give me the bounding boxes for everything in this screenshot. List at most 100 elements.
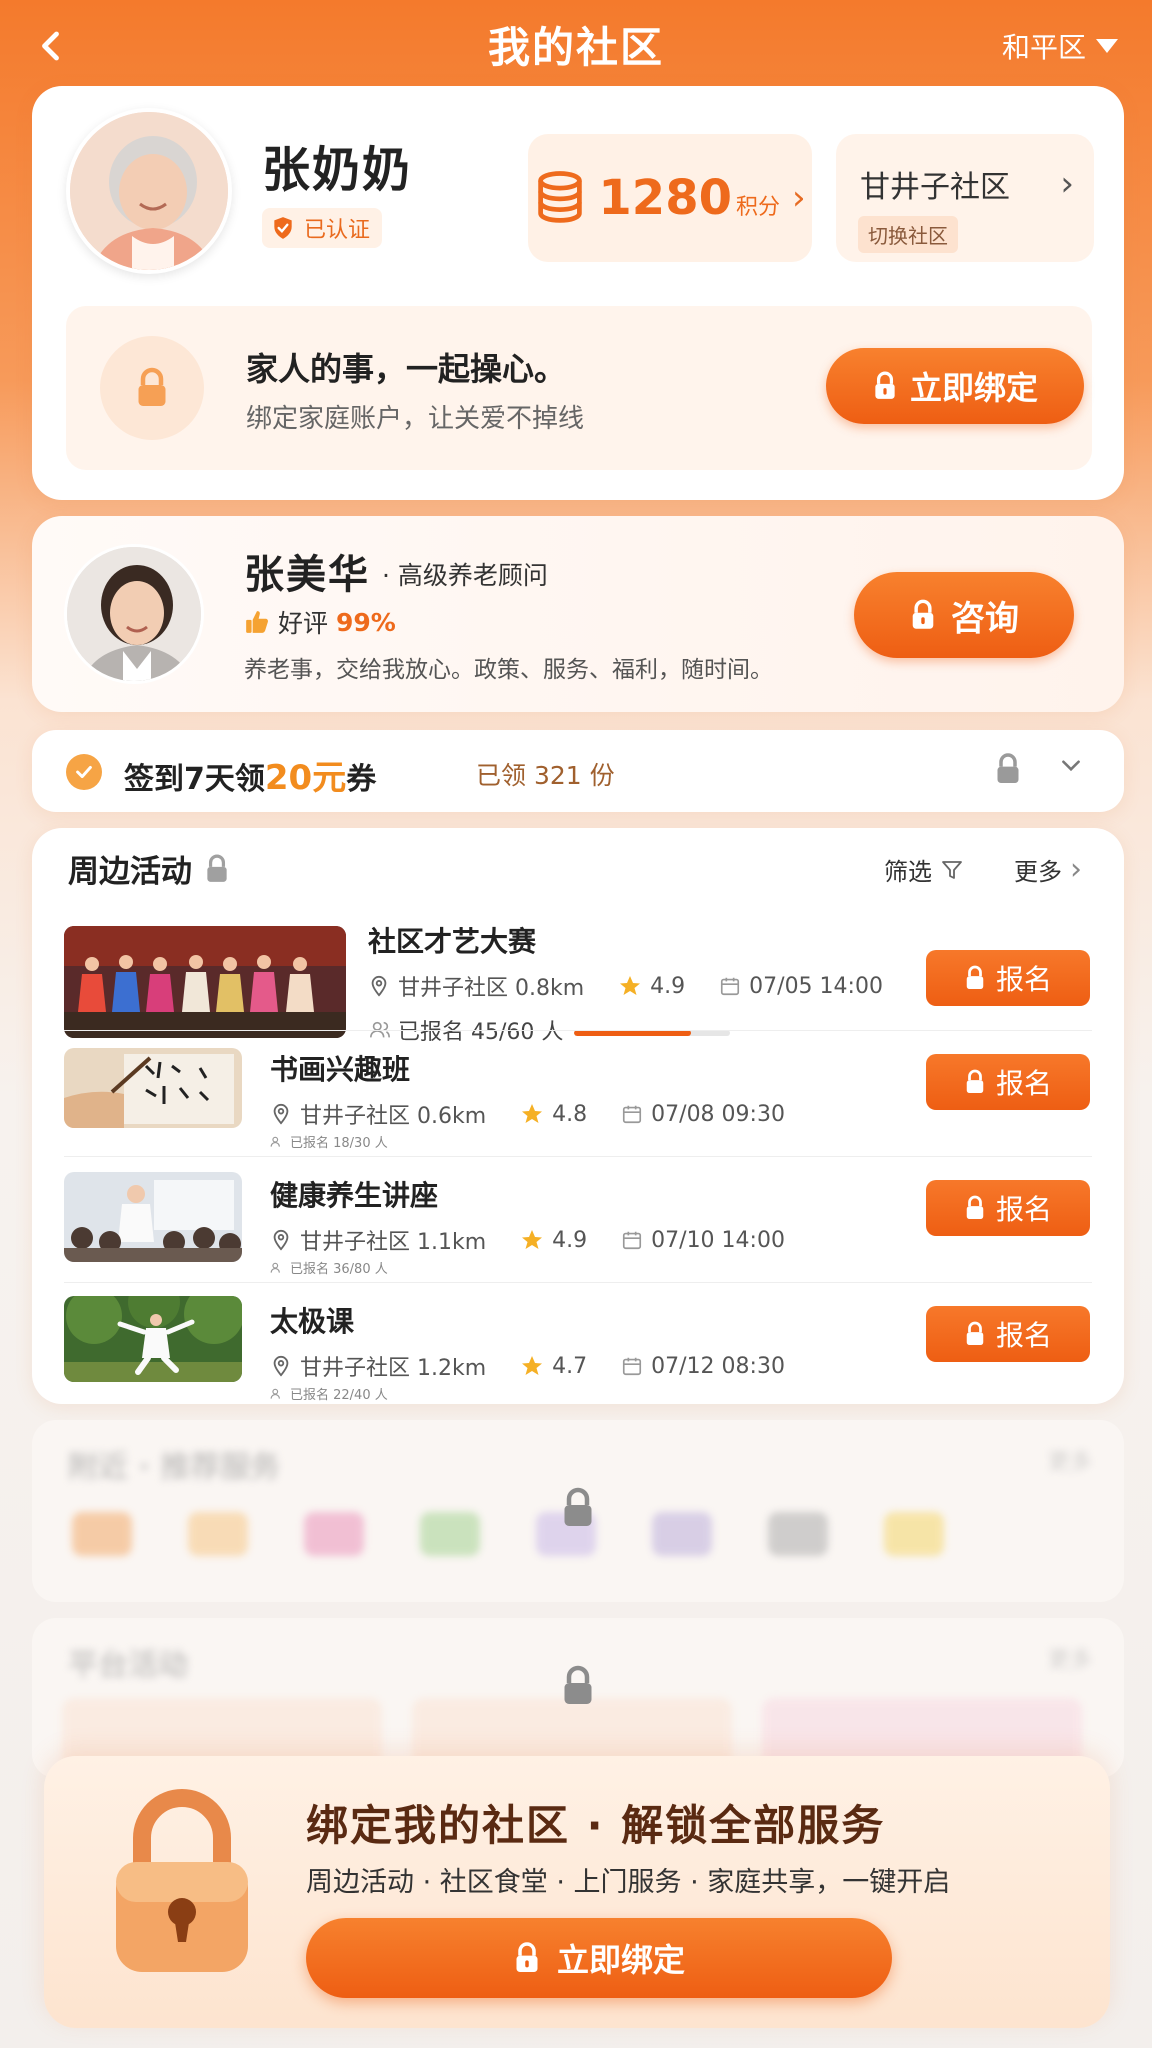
activity-thumbnail: [64, 1048, 242, 1128]
datetime-text: 07/08 09:30: [651, 1101, 785, 1127]
datetime-text: 07/12 08:30: [651, 1353, 785, 1379]
advisor-rating: 好评 99%: [244, 604, 396, 640]
people-icon: [270, 1262, 280, 1273]
activities-section-title: 周边活动: [68, 846, 230, 891]
chevron-down-icon[interactable]: [1058, 752, 1084, 785]
activity-title: 社区才艺大赛: [368, 925, 537, 958]
rating-label: 好评: [278, 609, 329, 638]
enrolled-text: 已报名 22/40 人: [290, 1388, 388, 1403]
checkin-promo-text: 签到7天领20元券: [124, 750, 376, 799]
user-avatar[interactable]: [66, 108, 232, 274]
points-button[interactable]: 1280 积分 ›: [528, 134, 812, 262]
advisor-name: 张美华: [244, 552, 370, 598]
points-value: 1280: [598, 170, 732, 226]
activity-thumbnail: [64, 926, 346, 1038]
activity-title: 健康养生讲座: [270, 1179, 439, 1212]
service-icon: [72, 1512, 132, 1556]
location-pin-icon: [273, 1103, 289, 1125]
bind-community-label: 立即绑定: [556, 1941, 685, 1979]
calendar-icon: [623, 1105, 642, 1124]
thumbs-up-icon: [246, 611, 268, 633]
activity-rating: 4.8: [520, 1102, 587, 1127]
bind-panel-title: 绑定我的社区 · 解锁全部服务: [306, 1801, 886, 1850]
platform-title: 平台活动: [68, 1648, 188, 1683]
divider: [64, 1282, 1092, 1283]
platform-activities-locked: 平台活动 更多: [32, 1618, 1124, 1778]
service-icon: [768, 1512, 828, 1556]
top-bar: 我的社区 和平区: [0, 0, 1152, 88]
platform-more: 更多: [1047, 1648, 1092, 1673]
lock-icon: [966, 1195, 984, 1219]
consult-button[interactable]: 咨询: [854, 572, 1074, 658]
activity-title: 书画兴趣班: [270, 1053, 411, 1086]
signup-button[interactable]: 报名: [926, 950, 1090, 1006]
signup-button[interactable]: 报名: [926, 1054, 1090, 1110]
advisor-avatar[interactable]: [64, 544, 204, 684]
padlock-illustration-icon: [104, 1780, 260, 1980]
advisor-card: 张美华 · 高级养老顾问 好评 99% 养老事，交给我放心。政策、服务、福利，随…: [32, 516, 1124, 712]
service-icon: [884, 1512, 944, 1556]
chevron-right-icon: ›: [792, 178, 806, 218]
community-switcher[interactable]: 甘井子社区 › 切换社区: [836, 134, 1094, 262]
signup-button[interactable]: 报名: [926, 1306, 1090, 1362]
datetime-text: 07/10 14:00: [651, 1227, 785, 1253]
services-more: 更多: [1047, 1450, 1092, 1475]
page-title: 我的社区: [487, 23, 664, 72]
activity-datetime: 07/05 14:00: [719, 974, 883, 999]
activity-row[interactable]: 书画兴趣班 甘井子社区 0.6km 4.8 07/08 09:30 已报名 18…: [32, 1032, 1124, 1156]
enrolled-text: 已报名 36/80 人: [290, 1262, 388, 1277]
activity-datetime: 07/12 08:30: [621, 1354, 785, 1379]
activities-more-link[interactable]: 更多 ›: [1014, 852, 1082, 887]
star-icon: [522, 1104, 543, 1123]
activity-row[interactable]: 太极课 甘井子社区 1.2km 4.7 07/12 08:30 已报名 22/4…: [32, 1284, 1124, 1404]
divider: [64, 1030, 1092, 1031]
points-unit: 积分: [735, 195, 780, 220]
filter-icon: [942, 860, 962, 879]
lock-icon: [966, 1069, 984, 1093]
activity-row[interactable]: 社区才艺大赛 甘井子社区 0.8km 4.9 07/05 14:00 已报名 4…: [32, 890, 1124, 1045]
checkin-claimed-count: 已领 321 份: [476, 761, 615, 790]
activity-enrolled: 已报名 18/30 人: [270, 1132, 388, 1151]
profile-card: 张奶奶 已认证 1280 积分 › 甘井子社区 › 切换社区 家人的事，一起操心: [32, 86, 1124, 500]
signup-label: 报名: [995, 1067, 1052, 1100]
district-selector[interactable]: 和平区: [1002, 26, 1118, 66]
chevron-right-icon: ›: [1070, 852, 1082, 887]
activity-thumbnail: [64, 1172, 242, 1262]
location-pin-icon: [371, 975, 387, 997]
shield-check-icon: [274, 217, 292, 239]
location-text: 甘井子社区 1.2km: [300, 1356, 487, 1381]
verified-badge: 已认证: [262, 208, 383, 248]
community-name: 甘井子社区: [860, 170, 1010, 205]
star-icon: [620, 976, 641, 995]
activities-title: 周边活动: [68, 854, 192, 890]
activity-meta: 甘井子社区 0.6km 4.8 07/08 09:30: [270, 1098, 785, 1130]
family-subtitle: 绑定家庭账户，让关爱不掉线: [246, 404, 585, 434]
filter-button[interactable]: 筛选: [884, 852, 964, 887]
bind-panel-subtitle: 周边活动 · 社区食堂 · 上门服务 · 家庭共享，一键开启: [306, 1867, 951, 1898]
checkin-text-before: 签到7天领: [124, 762, 265, 797]
verified-label: 已认证: [304, 218, 371, 243]
lock-icon: [207, 854, 227, 882]
coins-icon: [538, 171, 583, 223]
datetime-text: 07/05 14:00: [749, 973, 883, 999]
activity-enrolled: 已报名 36/80 人: [270, 1258, 388, 1277]
check-circle-icon: [66, 754, 102, 790]
location-text: 甘井子社区 1.1km: [300, 1230, 487, 1255]
rating-text: 4.9: [552, 1227, 588, 1253]
activity-meta: 甘井子社区 1.2km 4.7 07/12 08:30: [270, 1350, 785, 1382]
checkin-text-after: 券: [346, 762, 377, 797]
activity-rating: 4.9: [520, 1228, 587, 1253]
signup-button[interactable]: 报名: [926, 1180, 1090, 1236]
activity-meta: 甘井子社区 1.1km 4.9 07/10 14:00: [270, 1224, 785, 1256]
people-icon: [270, 1136, 280, 1147]
people-icon: [270, 1388, 280, 1399]
district-label: 和平区: [1001, 31, 1086, 64]
calendar-icon: [623, 1231, 642, 1250]
checkin-bar[interactable]: 签到7天领20元券 已领 321 份: [32, 730, 1124, 812]
activity-row[interactable]: 健康养生讲座 甘井子社区 1.1km 4.9 07/10 14:00 已报名 3…: [32, 1158, 1124, 1282]
bind-community-button[interactable]: 立即绑定: [306, 1918, 892, 1998]
bind-community-panel: 绑定我的社区 · 解锁全部服务 周边活动 · 社区食堂 · 上门服务 · 家庭共…: [44, 1756, 1110, 2028]
bind-family-button[interactable]: 立即绑定: [826, 348, 1084, 424]
lock-icon: [966, 965, 984, 989]
activity-location: 甘井子社区 0.6km: [270, 1098, 486, 1130]
